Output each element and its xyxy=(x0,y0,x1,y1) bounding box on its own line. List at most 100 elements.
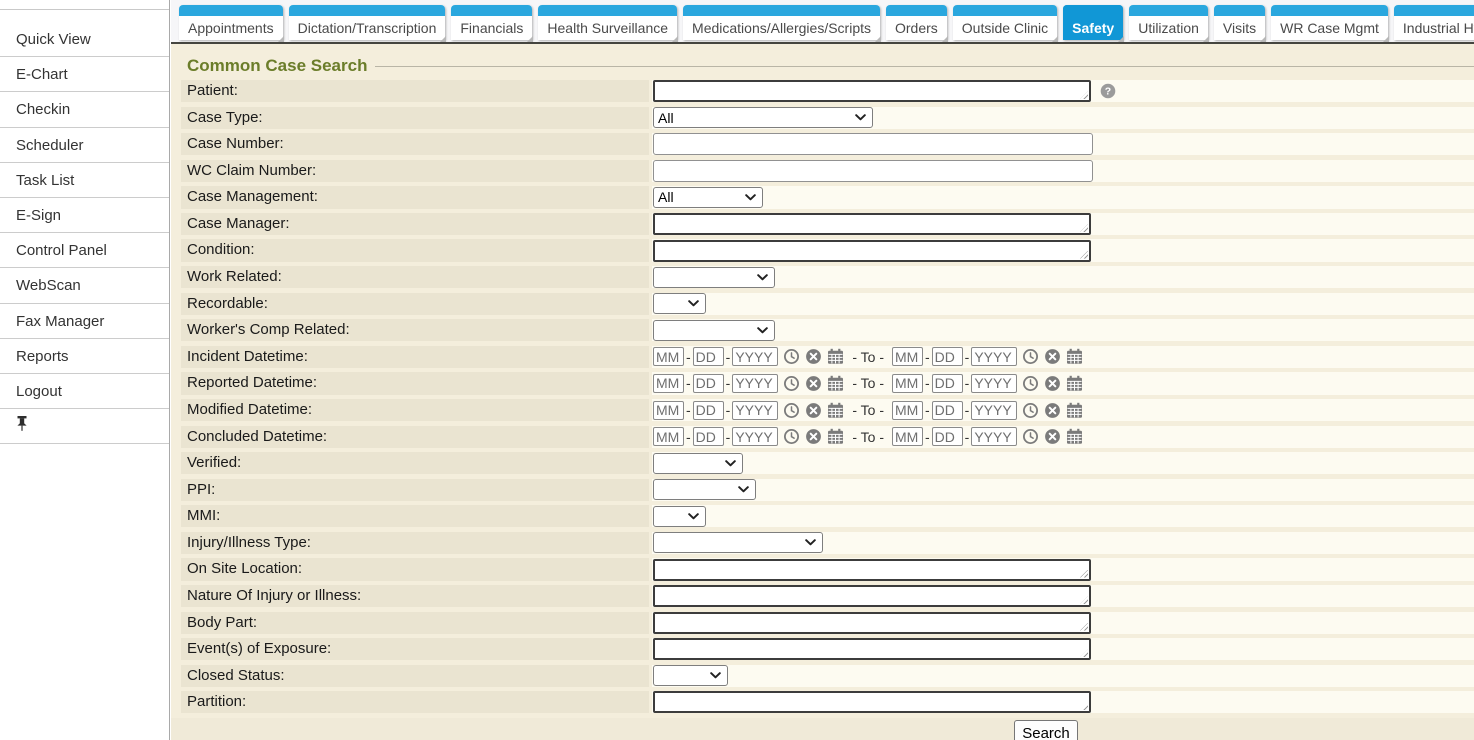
year-input[interactable] xyxy=(971,401,1017,420)
nature-of-injury-or-illness-input[interactable] xyxy=(653,585,1091,607)
calendar-icon[interactable] xyxy=(1066,348,1083,365)
clock-icon[interactable] xyxy=(783,402,800,419)
month-input[interactable] xyxy=(892,427,923,446)
tab-utilization[interactable]: Utilization xyxy=(1129,5,1208,40)
field-cell xyxy=(652,133,1474,155)
event-s-of-exposure-input[interactable] xyxy=(653,638,1091,660)
recordable-select[interactable] xyxy=(653,293,706,314)
clock-icon[interactable] xyxy=(783,428,800,445)
clock-icon[interactable] xyxy=(1022,428,1039,445)
input-wrap xyxy=(653,559,1091,581)
tab-orders[interactable]: Orders xyxy=(886,5,947,40)
case-number-input[interactable] xyxy=(653,133,1093,155)
sidebar-item-scheduler[interactable]: Scheduler xyxy=(0,128,169,163)
ppi-select[interactable] xyxy=(653,479,756,500)
tab-wr-case-mgmt[interactable]: WR Case Mgmt xyxy=(1271,5,1388,40)
calendar-icon[interactable] xyxy=(827,402,844,419)
work-related-select[interactable] xyxy=(653,267,775,288)
tab-appointments[interactable]: Appointments xyxy=(179,5,283,40)
sidebar-item-control-panel[interactable]: Control Panel xyxy=(0,233,169,268)
month-input[interactable] xyxy=(892,401,923,420)
form-row: Closed Status: xyxy=(181,665,1474,687)
case-manager-input[interactable] xyxy=(653,213,1091,235)
case-management-select[interactable]: All xyxy=(653,187,763,208)
clear-icon[interactable] xyxy=(805,428,822,445)
month-input[interactable] xyxy=(892,374,923,393)
closed-status-select[interactable] xyxy=(653,665,728,686)
search-button[interactable]: Search xyxy=(1014,720,1078,740)
year-input[interactable] xyxy=(971,347,1017,366)
day-input[interactable] xyxy=(932,347,963,366)
tab-industrial-hygiene[interactable]: Industrial Hygiene xyxy=(1394,5,1474,40)
clear-icon[interactable] xyxy=(1044,402,1061,419)
clear-icon[interactable] xyxy=(1044,348,1061,365)
tab-visits[interactable]: Visits xyxy=(1214,5,1265,40)
sidebar-item-reports[interactable]: Reports xyxy=(0,339,169,374)
sidebar-item-logout[interactable]: Logout xyxy=(0,374,169,409)
sidebar-item-task-list[interactable]: Task List xyxy=(0,163,169,198)
tab-health-surveillance[interactable]: Health Surveillance xyxy=(538,5,677,40)
calendar-icon[interactable] xyxy=(1066,375,1083,392)
year-input[interactable] xyxy=(732,374,778,393)
month-input[interactable] xyxy=(653,427,684,446)
verified-select[interactable] xyxy=(653,453,743,474)
clear-icon[interactable] xyxy=(805,375,822,392)
clear-icon[interactable] xyxy=(805,402,822,419)
month-input[interactable] xyxy=(653,374,684,393)
month-input[interactable] xyxy=(892,347,923,366)
clock-icon[interactable] xyxy=(1022,402,1039,419)
condition-input[interactable] xyxy=(653,240,1091,262)
help-icon[interactable]: ? xyxy=(1100,83,1116,99)
day-input[interactable] xyxy=(693,347,724,366)
clock-icon[interactable] xyxy=(1022,375,1039,392)
body-part-input[interactable] xyxy=(653,612,1091,634)
tab-safety[interactable]: Safety xyxy=(1063,5,1123,40)
sidebar-pin-toggle[interactable] xyxy=(0,409,169,444)
tab-financials[interactable]: Financials xyxy=(451,5,532,40)
day-input[interactable] xyxy=(693,401,724,420)
month-input[interactable] xyxy=(653,401,684,420)
worker-s-comp-related-select[interactable] xyxy=(653,320,775,341)
year-input[interactable] xyxy=(732,347,778,366)
on-site-location-input[interactable] xyxy=(653,559,1091,581)
day-input[interactable] xyxy=(932,401,963,420)
calendar-icon[interactable] xyxy=(1066,428,1083,445)
sidebar-item-e-sign[interactable]: E-Sign xyxy=(0,198,169,233)
year-input[interactable] xyxy=(971,427,1017,446)
patient-input[interactable] xyxy=(653,80,1091,102)
mmi-select[interactable] xyxy=(653,506,706,527)
sidebar-item-fax-manager[interactable]: Fax Manager xyxy=(0,304,169,339)
clock-icon[interactable] xyxy=(783,348,800,365)
calendar-icon[interactable] xyxy=(827,348,844,365)
calendar-icon[interactable] xyxy=(827,375,844,392)
day-input[interactable] xyxy=(693,374,724,393)
clear-icon[interactable] xyxy=(1044,428,1061,445)
day-input[interactable] xyxy=(693,427,724,446)
day-input[interactable] xyxy=(932,374,963,393)
sidebar-item-checkin[interactable]: Checkin xyxy=(0,92,169,127)
wc-claim-number-input[interactable] xyxy=(653,160,1093,182)
injury-illness-type-select[interactable] xyxy=(653,532,823,553)
tab-medications-allergies-scripts[interactable]: Medications/Allergies/Scripts xyxy=(683,5,880,40)
sidebar-item-e-chart[interactable]: E-Chart xyxy=(0,57,169,92)
calendar-icon[interactable] xyxy=(1066,402,1083,419)
tab-outside-clinic[interactable]: Outside Clinic xyxy=(953,5,1057,40)
input-wrap xyxy=(653,160,1093,182)
clear-icon[interactable] xyxy=(805,348,822,365)
year-input[interactable] xyxy=(732,401,778,420)
clock-icon[interactable] xyxy=(1022,348,1039,365)
day-input[interactable] xyxy=(932,427,963,446)
tab-dictation-transcription[interactable]: Dictation/Transcription xyxy=(289,5,446,40)
sidebar-item-quick-view[interactable]: Quick View xyxy=(0,22,169,57)
year-input[interactable] xyxy=(971,374,1017,393)
month-input[interactable] xyxy=(653,347,684,366)
calendar-icon[interactable] xyxy=(827,428,844,445)
case-type-select[interactable]: All xyxy=(653,107,873,128)
clear-icon[interactable] xyxy=(1044,375,1061,392)
field-cell xyxy=(652,665,1474,687)
year-input[interactable] xyxy=(732,427,778,446)
sidebar-item-webscan[interactable]: WebScan xyxy=(0,268,169,303)
chevron-down-icon xyxy=(710,672,721,679)
partition-input[interactable] xyxy=(653,691,1091,713)
clock-icon[interactable] xyxy=(783,375,800,392)
